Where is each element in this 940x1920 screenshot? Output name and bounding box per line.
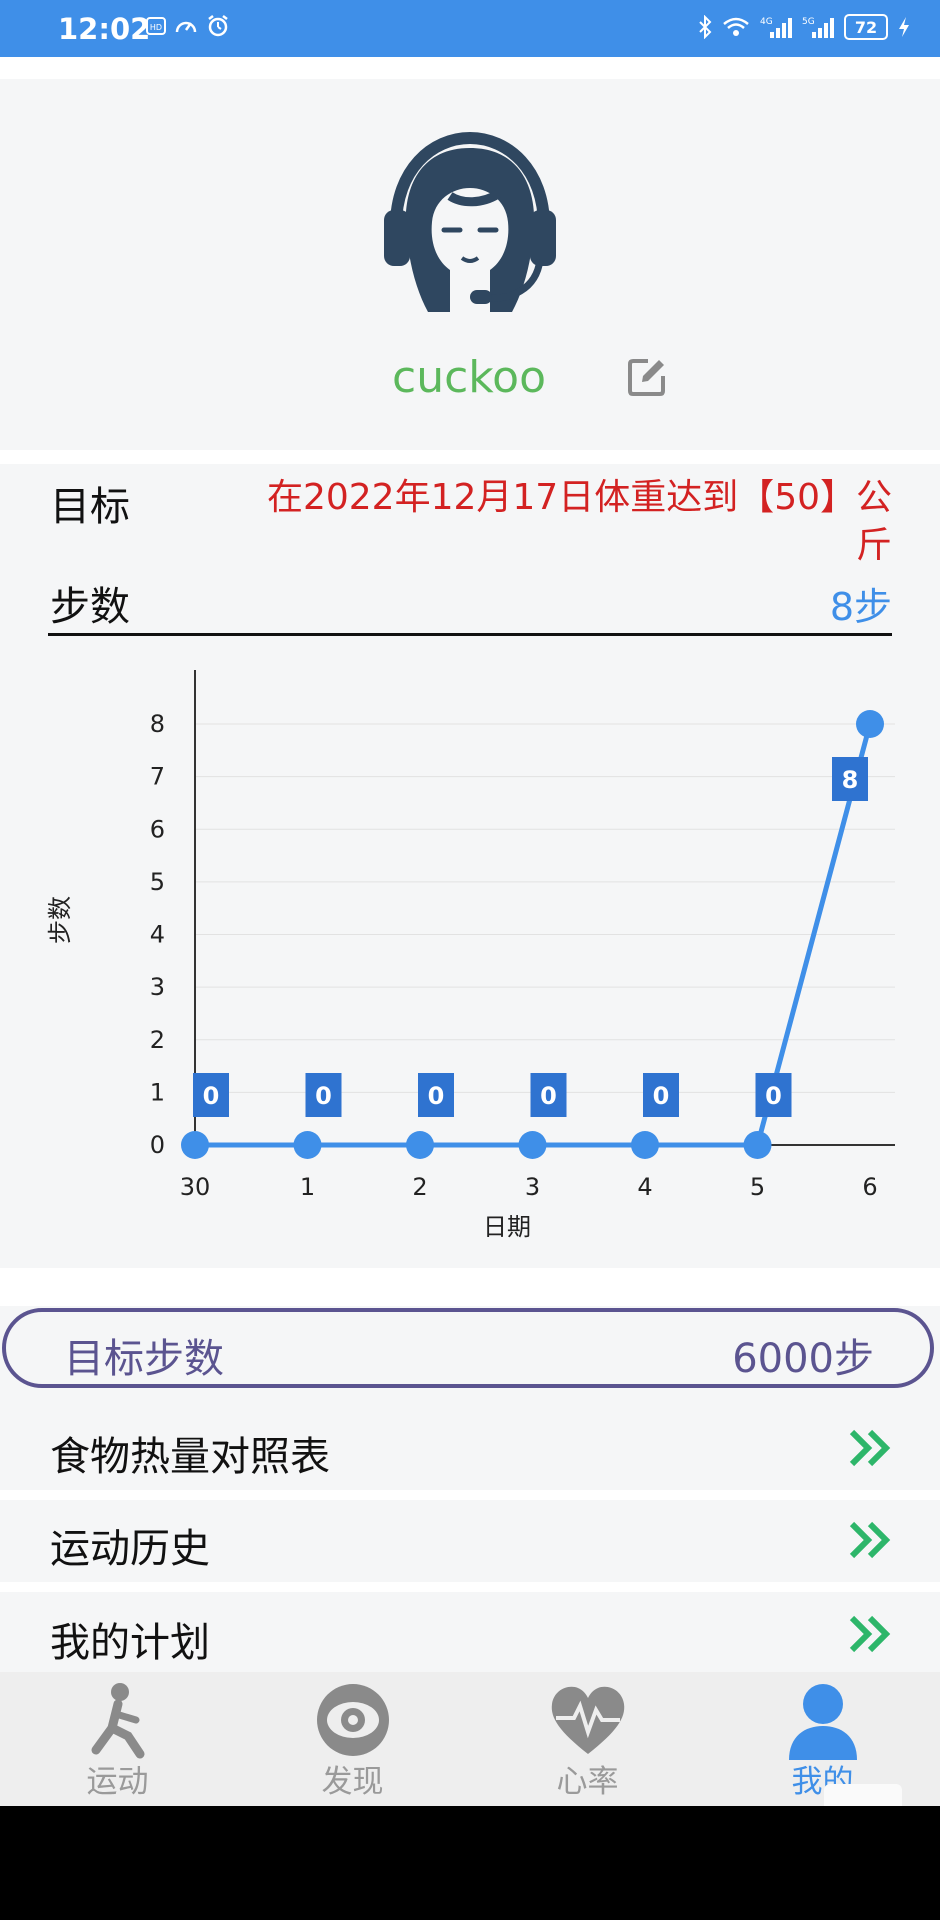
signal-4g-icon: 4G [760,15,792,39]
y-axis-title: 步数 [46,896,74,944]
edit-icon[interactable] [626,356,668,398]
heart-rate-icon [548,1680,628,1760]
nav-label: 心率 [556,1764,619,1800]
steps-value: 8步 [829,585,892,629]
y-tick-label: 4 [150,921,165,949]
y-tick-label: 2 [150,1026,165,1054]
data-point [518,1131,547,1159]
status-bar: 12:02 HD 4G 5G 72 [0,0,940,57]
username: cuckoo [392,352,547,403]
target-steps-row[interactable]: 目标步数 6000步 [2,1308,934,1388]
double-chevron-right-icon [848,1614,892,1654]
data-label: 0 [203,1082,220,1110]
target-steps-value: 6000步 [732,1336,874,1382]
data-label: 0 [765,1082,782,1110]
nav-tab-heart-rate[interactable]: 心率 [470,1672,705,1806]
nav-tab-mine[interactable]: 我的 [705,1672,940,1806]
avatar[interactable] [370,130,570,330]
app-root: 12:02 HD 4G 5G 72 cuckoo 目标 在2022年12月17日… [0,0,940,1806]
data-point [856,710,884,738]
status-icons-right: 4G 5G 72 [698,14,910,40]
status-time: 12:02 [58,12,151,46]
double-chevron-right-icon [848,1428,892,1468]
data-label: 0 [428,1082,445,1110]
menu-item-label: 运动历史 [50,1526,210,1572]
steps-chart-svg: 0 1 2 3 4 5 6 7 8 30 1 2 3 4 5 6 步数日期 0 0 0 0 0 0 8 [46,670,895,1241]
target-steps-label: 目标步数 [64,1336,224,1382]
data-label: 0 [540,1082,557,1110]
x-tick-label: 30 [180,1173,211,1201]
nav-label: 我的 [791,1764,854,1800]
menu-item-label: 我的计划 [50,1620,210,1666]
alarm-icon [206,14,230,38]
data-label: 0 [653,1082,670,1110]
y-tick-label: 3 [150,973,165,1001]
svg-text:HD: HD [150,23,162,32]
menu-item-exercise-history[interactable]: 运动历史 [0,1500,940,1582]
x-tick-label: 3 [525,1173,540,1201]
goal-label: 目标 [50,484,130,530]
data-point [293,1131,322,1159]
speedometer-icon [174,15,198,37]
x-tick-label: 1 [300,1173,315,1201]
data-label: 0 [315,1082,332,1110]
y-tick-label: 5 [150,868,165,896]
svg-text:4G: 4G [760,17,773,27]
data-point [406,1131,434,1159]
data-point [181,1131,209,1159]
data-point [743,1131,772,1159]
menu-item-label: 食物热量对照表 [50,1434,330,1480]
menu-item-food-calories[interactable]: 食物热量对照表 [0,1408,940,1490]
nav-label: 发现 [321,1764,384,1800]
x-tick-label: 2 [412,1173,427,1201]
svg-text:5G: 5G [802,17,815,27]
steps-chart: 0 1 2 3 4 5 6 7 8 30 1 2 3 4 5 6 步数日期 0 0 0 0 0 0 8 [30,650,910,1260]
section-divider [0,450,940,464]
steps-underline [48,633,892,636]
x-tick-label: 6 [862,1173,877,1201]
list-separator [0,1582,940,1592]
y-tick-label: 7 [150,763,165,791]
double-chevron-right-icon [848,1520,892,1560]
x-axis-title: 日期 [483,1213,531,1241]
hd-badge-icon: HD [146,16,166,36]
goal-text: 在2022年12月17日体重达到【50】公斤 [266,477,892,566]
y-tick-label: 6 [150,815,165,843]
wifi-icon [722,16,750,38]
running-icon [78,1680,158,1760]
list-separator [0,1490,940,1500]
bluetooth-icon [698,15,712,39]
data-label: 8 [842,766,859,794]
header-band [0,57,940,79]
nav-tab-discover[interactable]: 发现 [235,1672,470,1806]
nav-label: 运动 [86,1764,149,1800]
floating-overlay-button[interactable] [824,1784,902,1806]
x-tick-label: 4 [637,1173,652,1201]
signal-5g-icon: 5G [802,15,834,39]
bottom-navigation: 运动 发现 心率 我的 [0,1672,940,1806]
x-tick-label: 5 [750,1173,765,1201]
menu-item-my-plan[interactable]: 我的计划 [0,1594,940,1676]
eye-icon [313,1680,393,1760]
user-icon [783,1680,863,1760]
chart-bottom-band [0,1268,940,1306]
charging-icon [898,16,910,38]
nav-tab-exercise[interactable]: 运动 [0,1672,235,1806]
battery-indicator: 72 [844,14,888,40]
steps-label: 步数 [50,584,130,630]
status-icons-left: HD [146,14,230,38]
y-tick-label: 8 [150,710,165,738]
y-tick-label: 1 [150,1078,165,1106]
data-point [631,1131,659,1159]
y-tick-label: 0 [150,1131,165,1159]
